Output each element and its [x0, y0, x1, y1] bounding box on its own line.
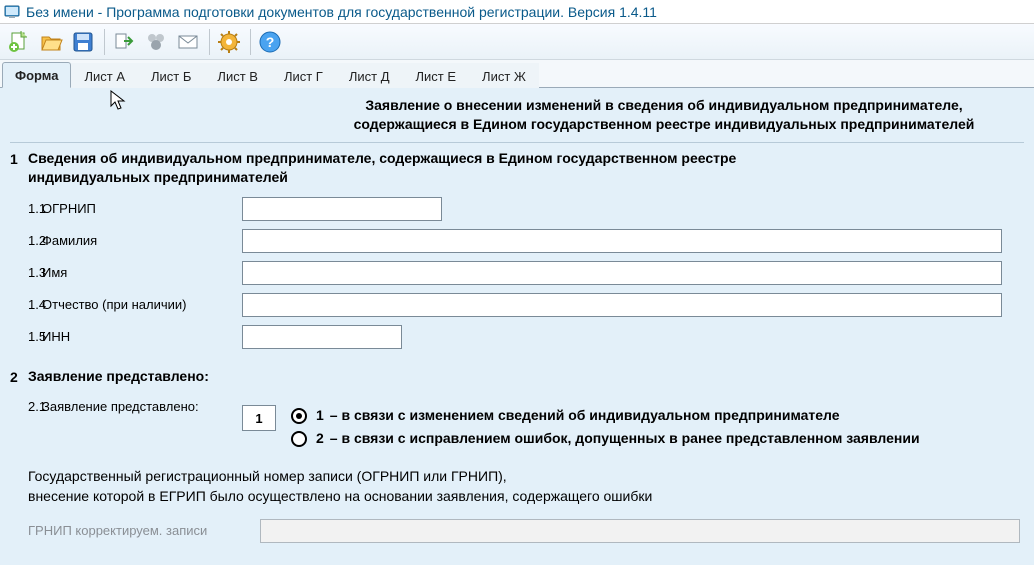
settings-button[interactable]: [214, 27, 244, 57]
toolbar: ?: [0, 24, 1034, 60]
patronymic-input[interactable]: [242, 293, 1002, 317]
option-1[interactable]: 1 – в связи с изменением сведений об инд…: [286, 405, 920, 424]
tab-sheet-d[interactable]: Лист Д: [336, 63, 403, 88]
save-button[interactable]: [68, 27, 98, 57]
section-2-head: Заявление представлено:: [28, 367, 209, 392]
window-titlebar: Без имени - Программа подготовки докумен…: [0, 0, 1034, 24]
option-1-radio[interactable]: [291, 408, 307, 424]
field-num: 1.4: [10, 297, 42, 312]
tab-sheet-e[interactable]: Лист Е: [403, 63, 470, 88]
field-lastname-row: 1.2 Фамилия: [10, 225, 1024, 257]
lastname-input[interactable]: [242, 229, 1002, 253]
field-num: 1.5: [10, 329, 42, 344]
field-label: Отчество (при наличии): [42, 297, 242, 312]
section-2: 2 Заявление представлено: 2.1 Заявление …: [10, 357, 1024, 547]
section-2-num: 2: [10, 367, 28, 385]
option-2[interactable]: 2 – в связи с исправлением ошибок, допущ…: [286, 428, 920, 447]
option-1-num: 1: [316, 407, 324, 423]
tab-sheet-b[interactable]: Лист Б: [138, 63, 204, 88]
open-button[interactable]: [36, 27, 66, 57]
field-2-1-row: 2.1 Заявление представлено: 1 1 – в связ…: [10, 391, 1024, 455]
section-1: 1 Сведения об индивидуальном предпринима…: [10, 142, 1024, 357]
field-num: 1.2: [10, 233, 42, 248]
option-2-radio[interactable]: [291, 431, 307, 447]
form-title: Заявление о внесении изменений в сведени…: [304, 92, 1024, 142]
section-1-num: 1: [10, 149, 28, 167]
grnip-correct-row: ГРНИП корректируем. записи: [10, 515, 1024, 543]
option-list: 1 – в связи с изменением сведений об инд…: [286, 405, 920, 447]
form-content: Заявление о внесении изменений в сведени…: [0, 88, 1034, 565]
grnip-correct-label: ГРНИП корректируем. записи: [28, 523, 260, 538]
tab-sheet-v[interactable]: Лист В: [204, 63, 271, 88]
option-2-num: 2: [316, 430, 324, 446]
toolbar-separator: [209, 29, 210, 55]
field-firstname-row: 1.3 Имя: [10, 257, 1024, 289]
field-label: ОГРНИП: [42, 201, 242, 216]
section-2-note: Государственный регистрационный номер за…: [10, 455, 1024, 514]
option-2-text: – в связи с исправлением ошибок, допущен…: [330, 430, 920, 446]
section-1-head: Сведения об индивидуальном предпринимате…: [28, 149, 788, 193]
inn-input[interactable]: [242, 325, 402, 349]
selected-option-box[interactable]: 1: [242, 405, 276, 431]
field-ogrnip-row: 1.1 ОГРНИП: [10, 193, 1024, 225]
window-title: Без имени - Программа подготовки докумен…: [26, 4, 657, 20]
field-patronymic-row: 1.4 Отчество (при наличии): [10, 289, 1024, 321]
field-num: 1.1: [10, 201, 42, 216]
toolbar-separator: [104, 29, 105, 55]
toolbar-separator: [250, 29, 251, 55]
new-button[interactable]: [4, 27, 34, 57]
tab-sheet-a[interactable]: Лист А: [71, 63, 138, 88]
field-label: Заявление представлено:: [42, 399, 242, 414]
field-label: Фамилия: [42, 233, 242, 248]
firstname-input[interactable]: [242, 261, 1002, 285]
ogrnip-input[interactable]: [242, 197, 442, 221]
field-inn-row: 1.5 ИНН: [10, 321, 1024, 353]
field-label: Имя: [42, 265, 242, 280]
tab-sheet-zh[interactable]: Лист Ж: [469, 63, 539, 88]
mail-button[interactable]: [173, 27, 203, 57]
option-1-text: – в связи с изменением сведений об индив…: [330, 407, 840, 423]
app-icon: [4, 4, 20, 20]
tab-sheet-g[interactable]: Лист Г: [271, 63, 336, 88]
tab-form[interactable]: Форма: [2, 62, 71, 88]
send-button[interactable]: [141, 27, 171, 57]
field-num: 2.1: [10, 399, 42, 414]
export-button[interactable]: [109, 27, 139, 57]
field-num: 1.3: [10, 265, 42, 280]
grnip-correct-input: [260, 519, 1020, 543]
tabs: Форма Лист А Лист Б Лист В Лист Г Лист Д…: [0, 60, 1034, 88]
help-button[interactable]: ?: [255, 27, 285, 57]
svg-text:?: ?: [266, 34, 275, 50]
field-label: ИНН: [42, 329, 242, 344]
